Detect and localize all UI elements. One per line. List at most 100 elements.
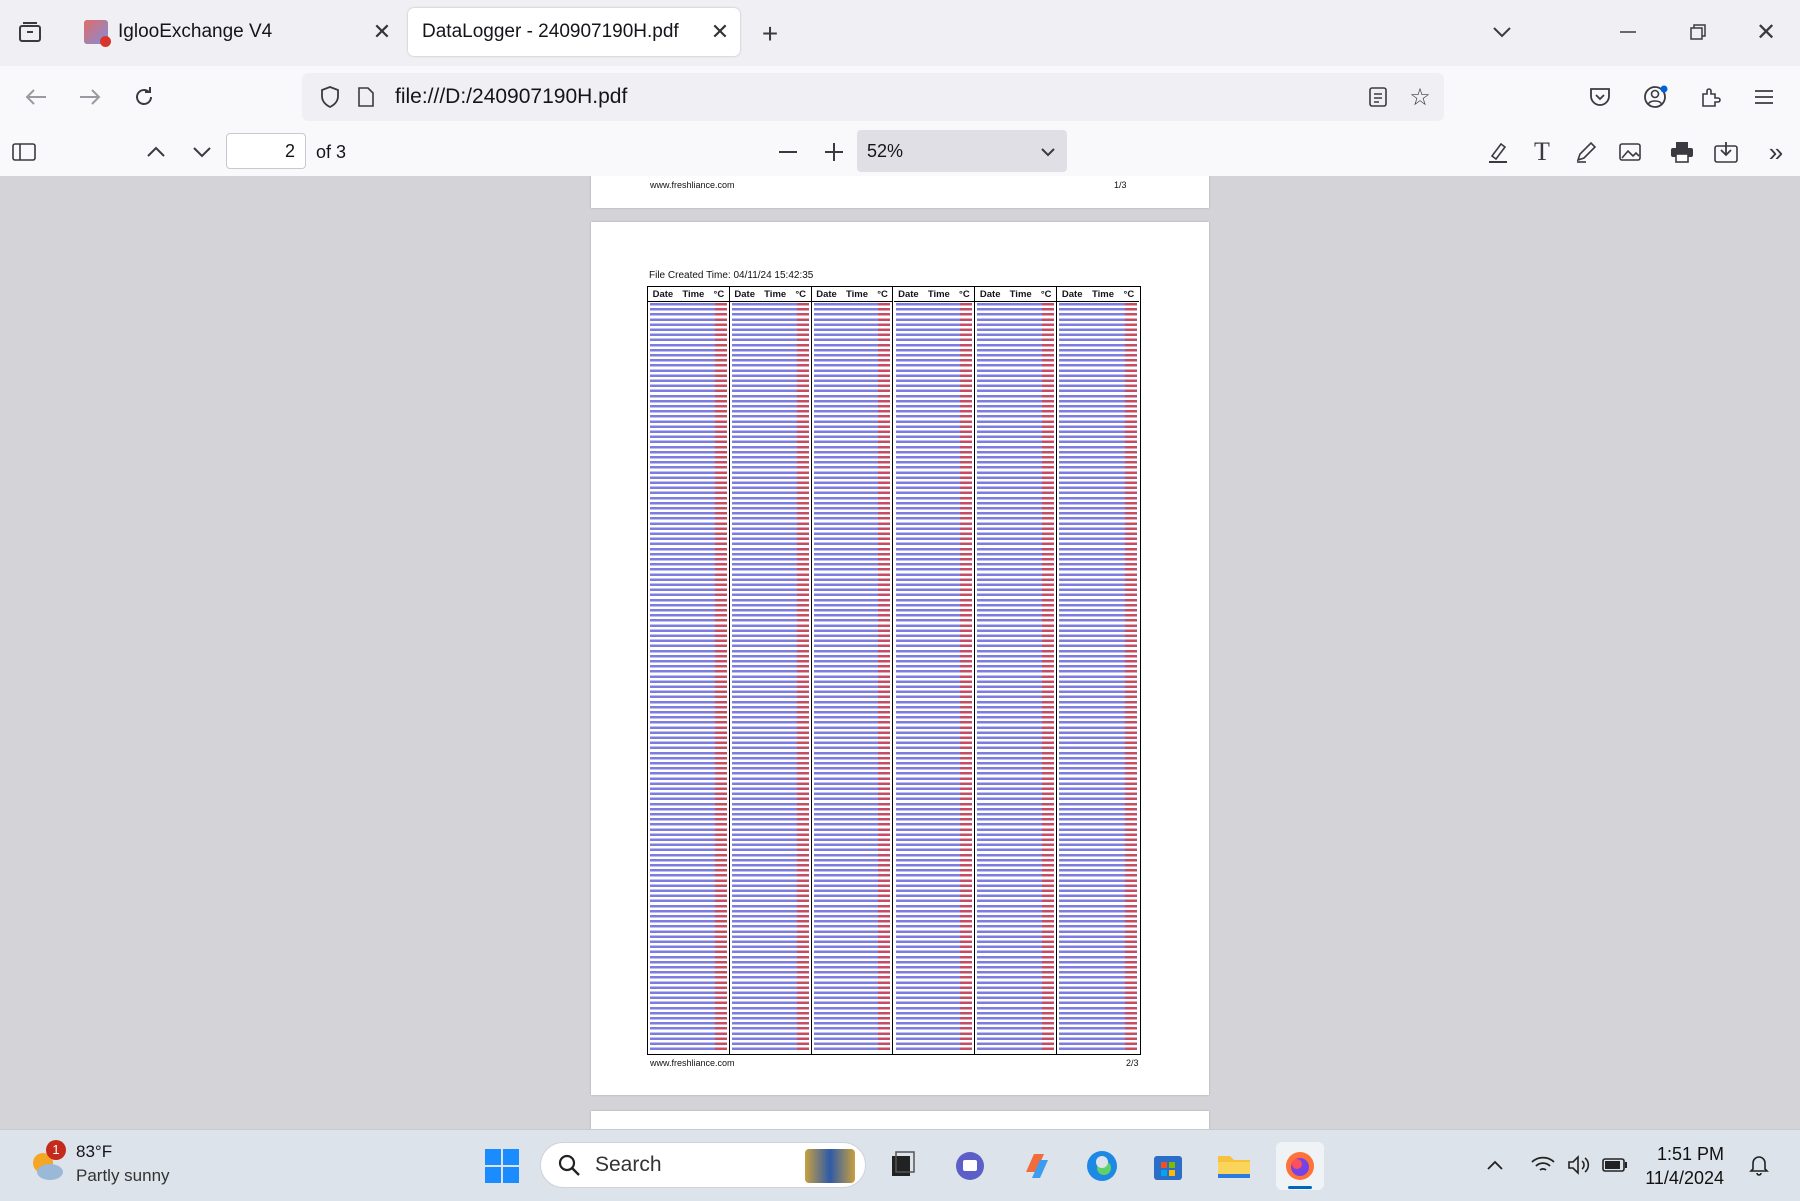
text-tool-icon[interactable]: T	[1524, 134, 1560, 170]
column-header-date: Date	[898, 288, 919, 300]
highlight-icon[interactable]	[1480, 134, 1516, 170]
teams-chat-icon[interactable]	[946, 1142, 994, 1190]
chevron-down-icon	[1041, 130, 1055, 172]
search-label: Search	[595, 1153, 662, 1176]
app-favicon-icon	[84, 20, 111, 47]
notifications-bell-icon[interactable]	[1742, 1148, 1776, 1182]
extensions-icon[interactable]	[1692, 79, 1728, 115]
tab-iglooexchange[interactable]: IglooExchange V4 ✕	[70, 8, 402, 56]
wifi-icon[interactable]	[1526, 1148, 1560, 1182]
shield-icon[interactable]	[312, 79, 348, 115]
list-all-tabs-icon[interactable]	[1484, 14, 1520, 50]
back-arrow-icon[interactable]	[18, 79, 54, 115]
footer-page-number: 2/3	[1126, 1058, 1139, 1068]
data-column: Date Time °C	[811, 287, 894, 1054]
restore-icon[interactable]	[1680, 14, 1716, 50]
column-header-unit: °C	[795, 288, 807, 300]
column-header-unit: °C	[713, 288, 725, 300]
account-icon[interactable]	[1638, 79, 1674, 115]
volume-icon[interactable]	[1562, 1148, 1596, 1182]
file-created-time: File Created Time: 04/11/24 15:42:35	[649, 270, 814, 281]
firefox-icon[interactable]	[1276, 1142, 1324, 1190]
data-column-header: Date Time °C	[729, 287, 811, 302]
zoom-in-icon[interactable]	[816, 134, 852, 170]
data-column-header: Date Time °C	[811, 287, 893, 302]
tab-close-icon[interactable]: ✕	[700, 19, 740, 45]
file-page-icon[interactable]	[348, 79, 384, 115]
reload-icon[interactable]	[126, 79, 162, 115]
column-header-unit: °C	[1040, 288, 1052, 300]
draw-pen-icon[interactable]	[1568, 134, 1604, 170]
windows-start-icon[interactable]	[478, 1142, 526, 1190]
data-rows	[1059, 303, 1137, 1052]
clock-date: 11/4/2024	[1645, 1168, 1724, 1188]
data-rows	[895, 303, 973, 1052]
forward-arrow-icon[interactable]	[72, 79, 108, 115]
search-highlight-pharaoh-icon	[805, 1149, 855, 1183]
search-icon	[555, 1151, 583, 1179]
data-rows	[731, 303, 809, 1052]
tab-list-icon[interactable]	[12, 14, 48, 50]
data-column: Date Time °C	[975, 287, 1058, 1054]
data-rows	[650, 303, 727, 1052]
data-column: Date Time °C	[648, 287, 730, 1054]
taskbar-clock[interactable]: 1:51 PM 11/4/2024	[1645, 1142, 1724, 1190]
column-header-date: Date	[979, 288, 1001, 300]
pocket-icon[interactable]	[1582, 79, 1618, 115]
data-rows	[977, 303, 1055, 1052]
bookmark-star-icon[interactable]: ☆	[1402, 79, 1438, 115]
footer-page-number: 1/3	[1114, 180, 1127, 190]
pdf-page-3	[591, 1111, 1209, 1129]
copilot-icon[interactable]	[1012, 1142, 1060, 1190]
pdf-page-1: www.freshliance.com 1/3	[591, 176, 1209, 208]
battery-icon[interactable]	[1598, 1148, 1632, 1182]
page-number-input[interactable]: 2	[226, 133, 306, 169]
tab-datalogger-pdf[interactable]: DataLogger - 240907190H.pdf ✕	[408, 8, 740, 56]
column-header-time: Time	[1009, 288, 1032, 300]
column-header-date: Date	[734, 288, 755, 300]
address-bar[interactable]: file:///D:/240907190H.pdf ☆	[302, 73, 1444, 121]
taskbar-search[interactable]: Search	[540, 1142, 866, 1188]
column-header-time: Time	[846, 288, 869, 300]
edge-browser-icon[interactable]	[1078, 1142, 1126, 1190]
weather-condition: Partly sunny	[76, 1166, 170, 1185]
data-column: Date Time °C	[893, 287, 976, 1054]
microsoft-store-icon[interactable]	[1144, 1142, 1192, 1190]
reader-view-icon[interactable]	[1360, 79, 1396, 115]
sidebar-toggle-icon[interactable]	[6, 134, 42, 170]
new-tab-icon[interactable]: +	[752, 16, 788, 52]
data-column-header: Date Time °C	[1057, 287, 1139, 302]
windows-taskbar: 1 83°F Partly sunny Search 1:51 PM 11/4/…	[0, 1129, 1800, 1201]
more-tools-icon[interactable]: »	[1758, 134, 1794, 170]
print-icon[interactable]	[1664, 134, 1700, 170]
footer-site: www.freshliance.com	[650, 180, 735, 190]
minimize-icon[interactable]	[1610, 14, 1646, 50]
data-column-header: Date Time °C	[975, 287, 1057, 302]
file-explorer-icon[interactable]	[1210, 1142, 1258, 1190]
zoom-select[interactable]: 52%	[857, 130, 1067, 172]
column-header-time: Time	[764, 288, 787, 300]
save-download-icon[interactable]	[1708, 134, 1744, 170]
show-hidden-icons-chevron-icon[interactable]	[1478, 1148, 1512, 1182]
menu-hamburger-icon[interactable]	[1746, 79, 1782, 115]
add-image-icon[interactable]	[1612, 134, 1648, 170]
zoom-out-icon[interactable]	[770, 134, 806, 170]
data-column: Date Time °C	[1057, 287, 1139, 1054]
close-window-icon[interactable]: ✕	[1748, 14, 1784, 50]
footer-site: www.freshliance.com	[650, 1058, 735, 1068]
next-page-icon[interactable]	[184, 134, 220, 170]
column-header-date: Date	[816, 288, 837, 300]
column-header-time: Time	[682, 288, 705, 300]
data-column-header: Date Time °C	[648, 287, 729, 302]
previous-page-icon[interactable]	[138, 134, 174, 170]
task-view-icon[interactable]	[878, 1142, 926, 1190]
data-log-table: Date Time °C Date Time °C Date Time °C Date Time °C…	[647, 286, 1141, 1055]
tab-title: DataLogger - 240907190H.pdf	[422, 21, 679, 42]
column-header-date: Date	[1061, 288, 1083, 300]
tab-close-icon[interactable]: ✕	[362, 19, 402, 45]
url-text[interactable]: file:///D:/240907190H.pdf	[395, 73, 627, 121]
column-header-unit: °C	[959, 288, 970, 300]
data-column: Date Time °C	[729, 287, 812, 1054]
page-count-label: of 3	[316, 142, 347, 162]
weather-alert-badge: 1	[46, 1140, 66, 1160]
